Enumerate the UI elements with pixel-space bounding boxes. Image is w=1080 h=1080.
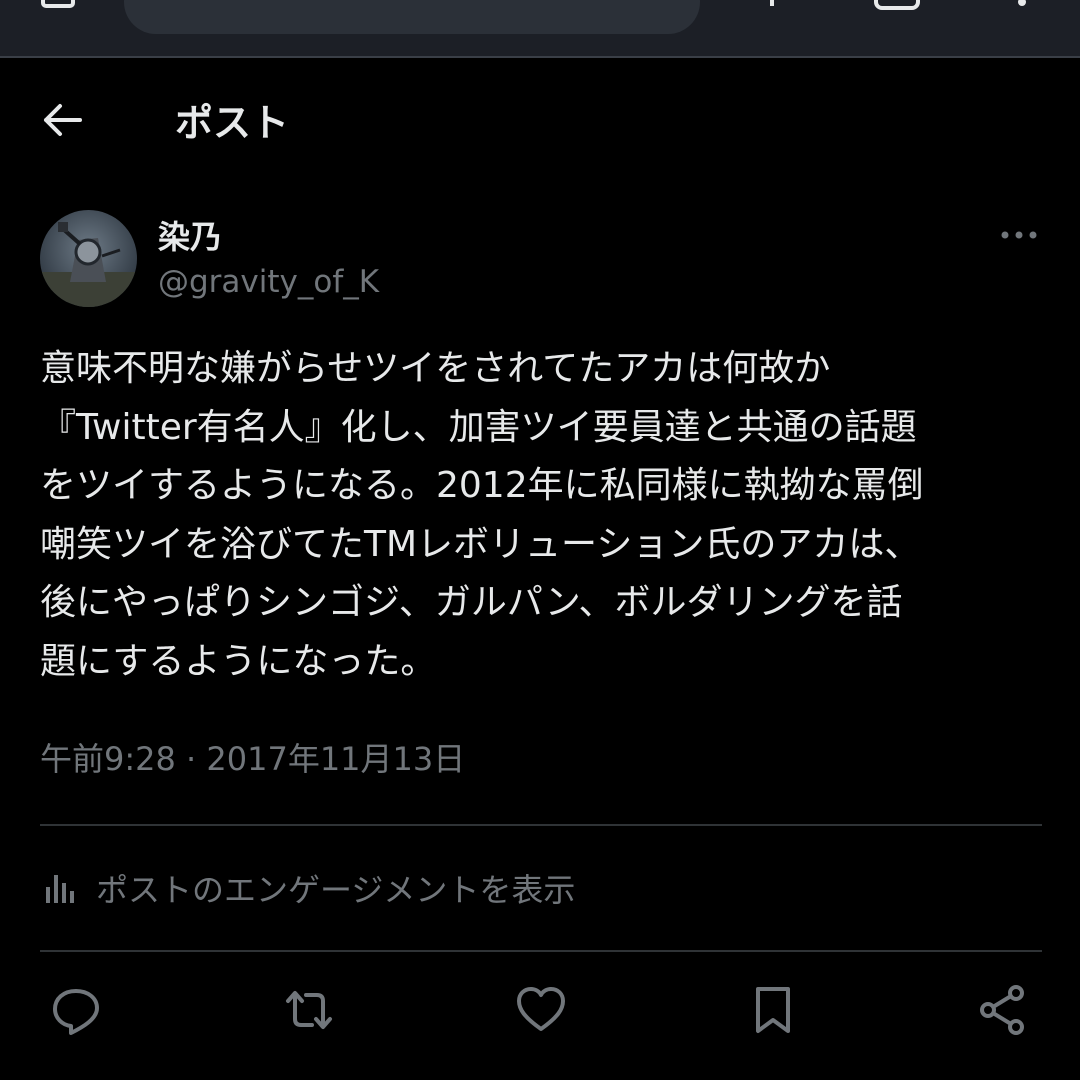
repost-icon [286, 991, 332, 1029]
repost-button[interactable] [282, 983, 336, 1037]
post-timestamp[interactable]: 午前9:28 · 2017年11月13日 [40, 734, 465, 780]
address-bar[interactable] [124, 0, 700, 34]
more-options-icon[interactable] [996, 220, 1042, 250]
share-icon [980, 985, 1024, 1035]
post-text-line: 嘲笑ツイを浴びてたTMレボリューション氏のアカは、 [40, 523, 921, 565]
view-engagement-label: ポストのエンゲージメントを表示 [96, 871, 576, 909]
page-title: ポスト [175, 101, 290, 145]
tab-switcher-icon[interactable] [872, 0, 922, 12]
divider [40, 824, 1042, 826]
bookmark-button[interactable] [746, 983, 800, 1037]
page-header: ポスト [0, 58, 1080, 178]
avatar[interactable] [40, 210, 137, 307]
browser-toolbar [0, 0, 1080, 58]
divider [40, 950, 1042, 952]
post-text-line: をツイするようになる。2012年に私同様に執拗な罵倒 [40, 465, 924, 506]
post-text-line: 意味不明な嫌がらせツイをされてたアカは何故か [40, 348, 831, 389]
author-name[interactable]: 染乃 [158, 212, 222, 258]
menu-icon[interactable] [1012, 0, 1032, 10]
new-tab-icon[interactable] [762, 0, 782, 8]
avatar-image [40, 210, 137, 307]
like-icon [517, 987, 565, 1031]
back-arrow-icon[interactable] [40, 98, 84, 142]
bookmark-icon [756, 987, 790, 1033]
view-engagement-button[interactable]: ポストのエンゲージメントを表示 [40, 860, 575, 916]
author-handle[interactable]: @gravity_of_K [158, 264, 379, 300]
post-text: 意味不明な嫌がらせツイをされてたアカは何故か 『Twitter有名人』化し、加害… [40, 340, 1050, 691]
tabs-icon[interactable] [40, 0, 80, 10]
bar-chart-icon [46, 875, 74, 903]
post-text-line: 題にするようになった。 [40, 640, 437, 682]
post-text-line: 『Twitter有名人』化し、加害ツイ要員達と共通の話題 [40, 406, 917, 448]
like-button[interactable] [514, 983, 568, 1037]
reply-icon [53, 989, 99, 1035]
post-text-line: 後にやっぱりシンゴジ、ガルパン、ボルダリングを話 [40, 582, 903, 623]
share-button[interactable] [976, 983, 1030, 1037]
reply-button[interactable] [49, 983, 103, 1037]
